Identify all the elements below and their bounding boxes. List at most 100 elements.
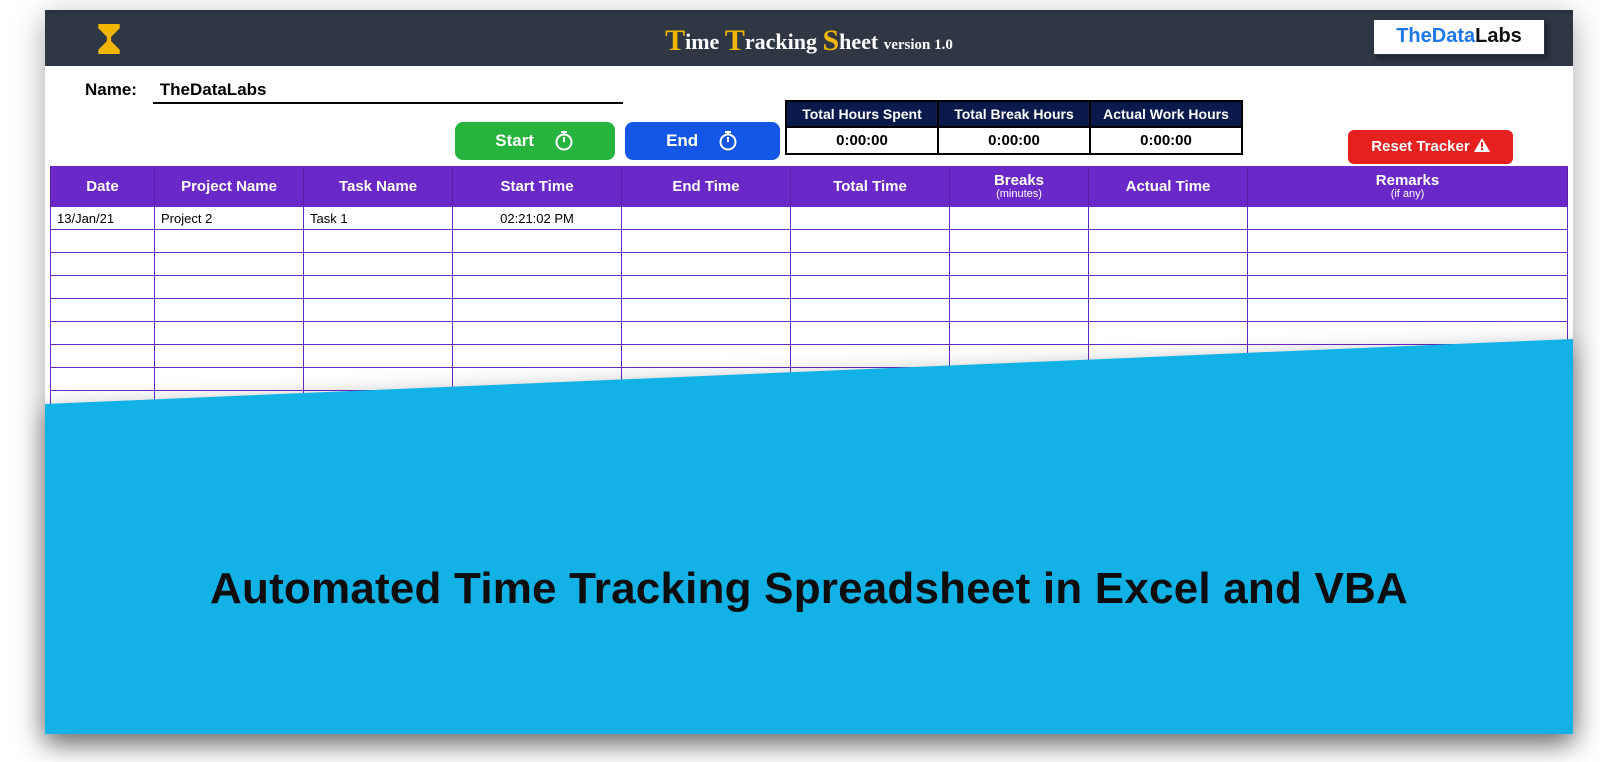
cell-date[interactable]: [51, 391, 155, 414]
cell-task[interactable]: [304, 253, 453, 276]
cell-breaks[interactable]: [950, 207, 1089, 230]
cell-remarks[interactable]: [1248, 230, 1568, 253]
cell-end[interactable]: [622, 345, 791, 368]
cell-date[interactable]: [51, 253, 155, 276]
cell-start[interactable]: [453, 253, 622, 276]
cell-breaks[interactable]: [950, 368, 1089, 391]
cell-total[interactable]: [791, 230, 950, 253]
summary-total-break-value: 0:00:00: [938, 127, 1090, 154]
cell-date[interactable]: 13/Jan/21: [51, 207, 155, 230]
table-row[interactable]: [51, 391, 1568, 414]
summary-actual-work-value: 0:00:00: [1090, 127, 1242, 154]
cell-start[interactable]: [453, 345, 622, 368]
cell-total[interactable]: [791, 276, 950, 299]
cell-end[interactable]: [622, 276, 791, 299]
cell-start[interactable]: [453, 299, 622, 322]
cell-total[interactable]: [791, 322, 950, 345]
cell-date[interactable]: [51, 368, 155, 391]
cell-end[interactable]: [622, 299, 791, 322]
cell-date[interactable]: [51, 230, 155, 253]
name-value[interactable]: TheDataLabs: [160, 80, 600, 100]
cell-breaks[interactable]: [950, 253, 1089, 276]
cell-date[interactable]: [51, 276, 155, 299]
cell-total[interactable]: [791, 253, 950, 276]
cell-breaks[interactable]: [950, 276, 1089, 299]
table-row[interactable]: [51, 368, 1568, 391]
cell-task[interactable]: [304, 391, 453, 414]
table-row[interactable]: [51, 253, 1568, 276]
cell-remarks[interactable]: [1248, 207, 1568, 230]
cell-project[interactable]: [155, 345, 304, 368]
cell-total[interactable]: [791, 299, 950, 322]
cell-end[interactable]: [622, 253, 791, 276]
table-row[interactable]: [51, 276, 1568, 299]
cell-start[interactable]: 02:21:02 PM: [453, 207, 622, 230]
cell-task[interactable]: [304, 299, 453, 322]
cell-breaks[interactable]: [950, 391, 1089, 414]
cell-date[interactable]: [51, 299, 155, 322]
cell-project[interactable]: [155, 299, 304, 322]
table-row[interactable]: [51, 322, 1568, 345]
cell-task[interactable]: [304, 368, 453, 391]
cell-end[interactable]: [622, 322, 791, 345]
cell-actual[interactable]: [1089, 230, 1248, 253]
cell-actual[interactable]: [1089, 276, 1248, 299]
cell-remarks[interactable]: [1248, 345, 1568, 368]
cell-total[interactable]: [791, 391, 950, 414]
cell-project[interactable]: [155, 322, 304, 345]
cell-project[interactable]: [155, 230, 304, 253]
cell-remarks[interactable]: [1248, 253, 1568, 276]
cell-remarks[interactable]: [1248, 299, 1568, 322]
cell-breaks[interactable]: [950, 345, 1089, 368]
end-button[interactable]: End: [625, 122, 780, 160]
table-row[interactable]: [51, 230, 1568, 253]
cell-remarks[interactable]: [1248, 391, 1568, 414]
cell-date[interactable]: [51, 345, 155, 368]
cell-start[interactable]: [453, 322, 622, 345]
cell-task[interactable]: Task 1: [304, 207, 453, 230]
cell-task[interactable]: [304, 345, 453, 368]
cell-total[interactable]: [791, 207, 950, 230]
cell-actual[interactable]: [1089, 322, 1248, 345]
cell-actual[interactable]: [1089, 253, 1248, 276]
cell-date[interactable]: [51, 322, 155, 345]
cell-end[interactable]: [622, 230, 791, 253]
summary-total-hours-value: 0:00:00: [786, 127, 938, 154]
cell-breaks[interactable]: [950, 299, 1089, 322]
cell-project[interactable]: [155, 368, 304, 391]
start-button[interactable]: Start: [455, 122, 615, 160]
cell-total[interactable]: [791, 345, 950, 368]
cell-breaks[interactable]: [950, 230, 1089, 253]
cell-actual[interactable]: [1089, 299, 1248, 322]
table-row[interactable]: [51, 299, 1568, 322]
cell-remarks[interactable]: [1248, 276, 1568, 299]
cell-end[interactable]: [622, 207, 791, 230]
cell-actual[interactable]: [1089, 345, 1248, 368]
data-table[interactable]: Date Project Name Task Name Start Time E…: [50, 166, 1568, 414]
col-start: Start Time: [453, 166, 622, 207]
cell-remarks[interactable]: [1248, 368, 1568, 391]
cell-task[interactable]: [304, 322, 453, 345]
cell-start[interactable]: [453, 391, 622, 414]
cell-start[interactable]: [453, 368, 622, 391]
cell-actual[interactable]: [1089, 207, 1248, 230]
table-row[interactable]: [51, 345, 1568, 368]
cell-task[interactable]: [304, 276, 453, 299]
cell-task[interactable]: [304, 230, 453, 253]
cell-end[interactable]: [622, 391, 791, 414]
cell-breaks[interactable]: [950, 322, 1089, 345]
reset-button[interactable]: Reset Tracker: [1348, 130, 1513, 164]
cell-remarks[interactable]: [1248, 322, 1568, 345]
name-underline: [153, 102, 623, 104]
cell-end[interactable]: [622, 368, 791, 391]
cell-project[interactable]: [155, 253, 304, 276]
cell-actual[interactable]: [1089, 391, 1248, 414]
cell-start[interactable]: [453, 276, 622, 299]
cell-total[interactable]: [791, 368, 950, 391]
cell-start[interactable]: [453, 230, 622, 253]
cell-project[interactable]: Project 2: [155, 207, 304, 230]
cell-project[interactable]: [155, 276, 304, 299]
table-row[interactable]: 13/Jan/21Project 2Task 102:21:02 PM: [51, 207, 1568, 230]
cell-actual[interactable]: [1089, 368, 1248, 391]
cell-project[interactable]: [155, 391, 304, 414]
